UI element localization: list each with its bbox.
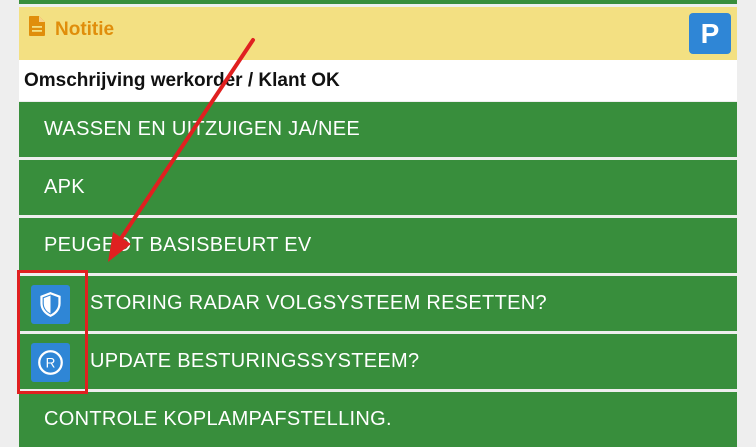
section-heading: Omschrijving werkorder / Klant OK <box>24 70 340 91</box>
previous-row-edge <box>19 0 737 4</box>
parking-button[interactable]: P <box>689 13 731 54</box>
task-label: CONTROLE KOPLAMPAFSTELLING. <box>44 408 392 430</box>
task-label: WASSEN EN UITZUIGEN JA/NEE <box>44 118 360 140</box>
task-label: STORING RADAR VOLGSYSTEEM RESETTEN? <box>90 292 547 314</box>
task-row-apk[interactable]: APK <box>19 160 737 215</box>
registered-icon[interactable]: R <box>31 343 70 382</box>
task-row-update-besturing[interactable]: R UPDATE BESTURINGSSYSTEEM? <box>19 334 737 389</box>
note-icon <box>29 16 45 41</box>
shield-icon[interactable] <box>31 285 70 324</box>
task-row-basisbeurt[interactable]: PEUGEOT BASISBEURT EV <box>19 218 737 273</box>
notitie-bar[interactable]: Notitie P <box>19 7 737 60</box>
task-row-koplamp[interactable]: CONTROLE KOPLAMPAFSTELLING. <box>19 392 737 447</box>
task-label: APK <box>44 176 85 198</box>
notitie-label: Notitie <box>55 19 115 40</box>
task-row-storing-radar[interactable]: STORING RADAR VOLGSYSTEEM RESETTEN? <box>19 276 737 331</box>
task-label: UPDATE BESTURINGSSYSTEEM? <box>90 350 420 372</box>
task-row-wassen[interactable]: WASSEN EN UITZUIGEN JA/NEE <box>19 102 737 157</box>
svg-text:R: R <box>46 356 56 371</box>
task-label: PEUGEOT BASISBEURT EV <box>44 234 312 256</box>
section-header: Omschrijving werkorder / Klant OK <box>19 60 737 101</box>
